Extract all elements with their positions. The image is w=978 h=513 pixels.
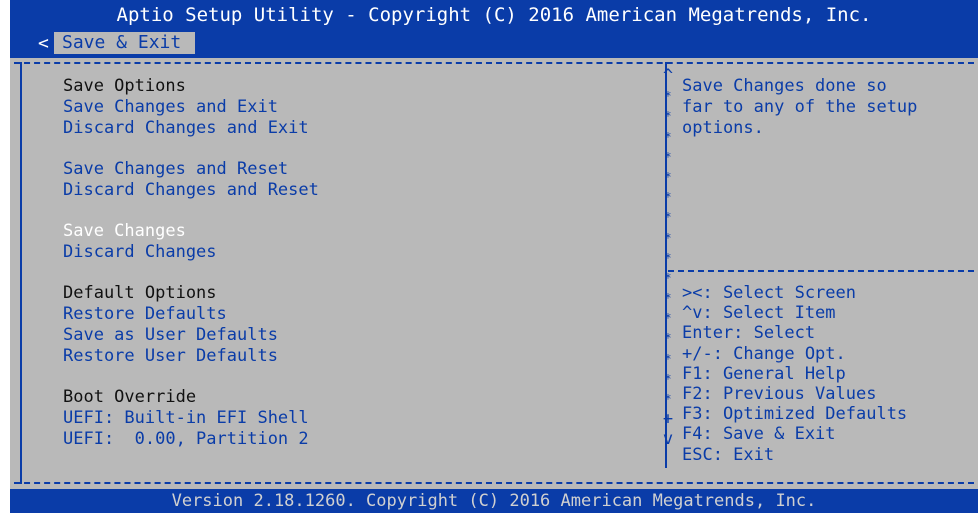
help-text-line: Save Changes done so: [682, 76, 887, 96]
scroll-track: *: [664, 371, 672, 386]
scroll-track: *: [664, 149, 672, 164]
bios-screen: Aptio Setup Utility - Copyright (C) 2016…: [10, 0, 978, 513]
key-f2: F2: Previous Values: [682, 383, 877, 404]
help-text-line: options.: [682, 118, 764, 138]
discard-changes-and-exit-item[interactable]: Discard Changes and Exit: [63, 118, 623, 139]
scroll-thumb[interactable]: +: [661, 409, 675, 429]
default-options-heading: Default Options: [63, 283, 217, 303]
key-select-item: ^v: Select Item: [682, 303, 836, 324]
key-enter: Enter: Select: [682, 323, 816, 344]
discard-changes-and-reset-item[interactable]: Discard Changes and Reset: [63, 180, 623, 201]
boot-override-heading: Boot Override: [63, 387, 197, 407]
menu-spacer: [63, 367, 623, 387]
frame-top-border: [14, 62, 974, 64]
tab-left-arrow-icon[interactable]: <: [38, 34, 49, 54]
scroll-up-icon[interactable]: ^: [661, 66, 675, 86]
scroll-down-icon[interactable]: v: [661, 429, 675, 449]
key-f1: F1: General Help: [682, 363, 846, 384]
save-changes-and-reset-item[interactable]: Save Changes and Reset: [63, 159, 623, 180]
key-legend: ><: Select Screen ^v: Select Item Enter:…: [682, 283, 978, 465]
menu-scrollbar[interactable]: ^ * * * * * * * * * * * * * * * * + v: [661, 66, 675, 450]
scroll-track: *: [664, 230, 672, 245]
footer-version: Version 2.18.1260. Copyright (C) 2016 Am…: [10, 489, 978, 513]
header-bar: Aptio Setup Utility - Copyright (C) 2016…: [10, 0, 978, 58]
scroll-track: *: [664, 89, 672, 104]
key-f3: F3: Optimized Defaults: [682, 404, 908, 425]
scroll-track: *: [664, 129, 672, 144]
key-change-opt: +/-: Change Opt.: [682, 343, 846, 364]
save-as-user-defaults-item[interactable]: Save as User Defaults: [63, 325, 623, 346]
frame-left-border: [20, 62, 22, 484]
boot-uefi-partition-item[interactable]: UEFI: 0.00, Partition 2: [63, 429, 623, 450]
scroll-track: *: [664, 210, 672, 225]
scroll-track: *: [664, 169, 672, 184]
help-text-line: far to any of the setup: [682, 97, 918, 117]
save-changes-and-exit-item[interactable]: Save Changes and Exit: [63, 97, 623, 118]
key-esc: ESC: Exit: [682, 444, 775, 465]
key-f4: F4: Save & Exit: [682, 424, 836, 445]
help-panel: Save Changes done so far to any of the s…: [682, 76, 978, 139]
menu-spacer: [63, 201, 623, 221]
help-divider: [668, 270, 974, 272]
scroll-track: *: [664, 291, 672, 306]
scroll-track: *: [664, 270, 672, 285]
scroll-track: *: [664, 190, 672, 205]
discard-changes-item[interactable]: Discard Changes: [63, 242, 623, 263]
scroll-track: *: [664, 392, 672, 406]
scroll-track: *: [664, 109, 672, 124]
menu-spacer: [63, 139, 623, 159]
menu-spacer: [63, 263, 623, 283]
tab-save-and-exit[interactable]: Save & Exit: [54, 32, 196, 54]
key-select-screen: ><: Select Screen: [682, 283, 856, 303]
restore-defaults-item[interactable]: Restore Defaults: [63, 304, 623, 325]
app-title: Aptio Setup Utility - Copyright (C) 2016…: [116, 4, 872, 26]
scroll-track: *: [664, 311, 672, 326]
boot-uefi-shell-item[interactable]: UEFI: Built-in EFI Shell: [63, 408, 623, 429]
scroll-track: *: [664, 331, 672, 346]
save-options-heading: Save Options: [63, 76, 186, 96]
save-exit-menu: Save Options Save Changes and Exit Disca…: [63, 76, 623, 450]
scroll-track: *: [664, 351, 672, 366]
frame-bottom-border: [14, 482, 974, 484]
save-changes-item[interactable]: Save Changes: [63, 221, 623, 242]
restore-user-defaults-item[interactable]: Restore User Defaults: [63, 346, 623, 367]
scroll-track: *: [664, 250, 672, 265]
